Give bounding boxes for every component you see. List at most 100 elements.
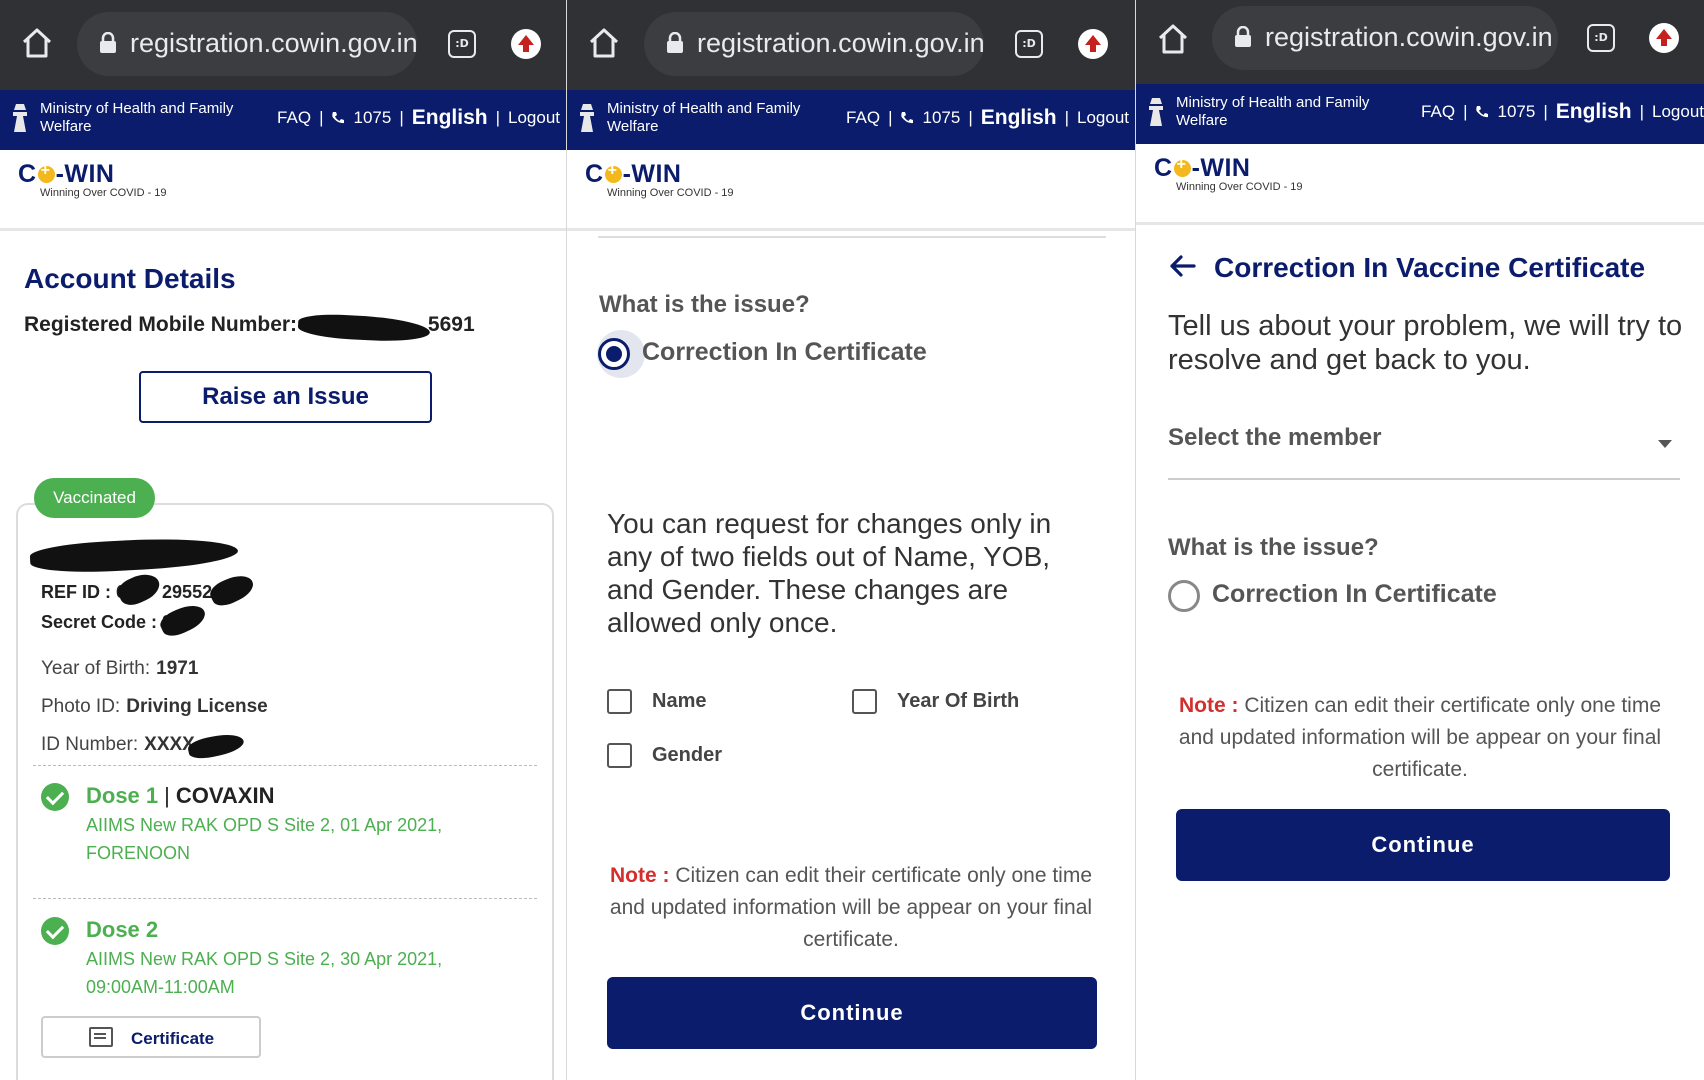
id-number-row: ID Number: XXXX <box>41 734 195 756</box>
home-icon[interactable] <box>587 26 621 60</box>
raise-issue-button[interactable]: Raise an Issue <box>139 371 432 423</box>
gender-checkbox-label[interactable]: Gender <box>652 744 722 767</box>
logo-dot-icon <box>604 162 622 183</box>
home-icon[interactable] <box>1156 22 1190 56</box>
top-nav: FAQ | 1075 | English | Logout <box>1421 100 1704 124</box>
phone-icon <box>332 112 345 124</box>
note-text: Note : Citizen can edit their certificat… <box>1176 690 1664 786</box>
page-title: Correction In Vaccine Certificate <box>1214 252 1646 283</box>
year-of-birth-checkbox-label[interactable]: Year Of Birth <box>897 690 1019 713</box>
year-of-birth-checkbox[interactable] <box>852 689 877 714</box>
lock-icon <box>667 32 683 53</box>
member-select[interactable]: Select the member <box>1168 420 1680 480</box>
correction-option-label[interactable]: Correction In Certificate <box>1212 580 1497 609</box>
back-arrow-icon[interactable] <box>1168 254 1196 278</box>
check-icon <box>41 783 69 811</box>
logo-text-start: C <box>585 160 604 188</box>
gender-checkbox[interactable] <box>607 743 632 768</box>
issue-question: What is the issue? <box>1168 534 1379 561</box>
logout-link[interactable]: Logout <box>508 108 560 128</box>
language-selector[interactable]: English <box>1556 100 1632 124</box>
update-icon[interactable] <box>1649 23 1679 53</box>
correction-radio[interactable] <box>1168 580 1200 612</box>
address-bar[interactable]: registration.cowin.gov.in <box>77 12 418 76</box>
tab-switcher-icon[interactable]: :D <box>1587 24 1615 52</box>
dose-separator: | <box>164 783 170 808</box>
mobile-number-tail: 5691 <box>427 313 475 336</box>
helpline-number[interactable]: 1075 <box>922 108 960 128</box>
name-checkbox[interactable] <box>607 689 632 714</box>
helpline-number[interactable]: 1075 <box>353 108 391 128</box>
member-select-placeholder: Select the member <box>1168 424 1382 451</box>
continue-button[interactable]: Continue <box>607 977 1097 1049</box>
header-divider <box>567 228 1135 231</box>
emblem-icon <box>580 104 594 132</box>
cowin-logo[interactable]: C -WIN Winning Over COVID - 19 <box>585 160 734 199</box>
home-icon[interactable] <box>20 26 54 60</box>
nav-separator: | <box>1543 102 1548 121</box>
update-icon[interactable] <box>1078 29 1108 59</box>
logo-text-end: -WIN <box>55 160 115 188</box>
intro-text: Tell us about your problem, we will try … <box>1168 310 1683 376</box>
nav-separator: | <box>399 108 404 127</box>
url-text: registration.cowin.gov.in <box>1265 22 1553 52</box>
nav-separator: | <box>1639 102 1644 121</box>
id-number-label: ID Number: <box>41 734 139 755</box>
divider <box>33 765 537 766</box>
note-text: Note : Citizen can edit their certificat… <box>603 860 1099 956</box>
secret-code-label: Secret Code : <box>41 612 158 632</box>
address-bar[interactable]: registration.cowin.gov.in <box>644 12 985 76</box>
logo-tagline: Winning Over COVID - 19 <box>40 187 167 199</box>
faq-link[interactable]: FAQ <box>846 108 880 128</box>
correction-radio-selected[interactable] <box>598 338 630 370</box>
nav-separator: | <box>495 108 500 127</box>
dose-1-vaccine: COVAXIN <box>175 783 275 808</box>
issue-question: What is the issue? <box>599 291 810 318</box>
tab-switcher-icon[interactable]: :D <box>448 30 476 58</box>
continue-button[interactable]: Continue <box>1176 809 1670 881</box>
ref-id-label: REF ID : <box>41 582 111 602</box>
tab-switcher-icon[interactable]: :D <box>1015 30 1043 58</box>
correction-option-label[interactable]: Correction In Certificate <box>642 338 927 367</box>
year-of-birth-row: Year of Birth: 1971 <box>41 658 198 680</box>
address-bar[interactable]: registration.cowin.gov.in <box>1212 6 1558 70</box>
ministry-header: Ministry of Health and Family Welfare FA… <box>1136 84 1704 144</box>
photo-id-label: Photo ID: <box>41 696 121 717</box>
note-body: Citizen can edit their certificate only … <box>1178 694 1662 781</box>
cowin-logo[interactable]: C -WIN Winning Over COVID - 19 <box>18 160 167 199</box>
top-nav: FAQ | 1075 | English | Logout <box>277 106 560 130</box>
lock-icon <box>100 32 116 53</box>
nav-separator: | <box>1064 108 1069 127</box>
phone-icon <box>1476 106 1489 118</box>
year-of-birth-value: 1971 <box>156 658 199 679</box>
status-badge: Vaccinated <box>34 478 155 518</box>
browser-toolbar: registration.cowin.gov.in :D <box>567 0 1135 90</box>
screen-correction-fields: registration.cowin.gov.in :D Ministry of… <box>567 0 1135 1080</box>
dose-1-site: AIIMS New RAK OPD S Site 2, 01 Apr 2021,… <box>86 815 443 863</box>
faq-link[interactable]: FAQ <box>277 108 311 128</box>
faq-link[interactable]: FAQ <box>1421 102 1455 122</box>
emblem-icon <box>1149 98 1163 126</box>
nav-separator: | <box>968 108 973 127</box>
url-text: registration.cowin.gov.in <box>130 28 418 58</box>
nav-separator: | <box>319 108 324 127</box>
browser-toolbar: registration.cowin.gov.in :D <box>0 0 566 90</box>
language-selector[interactable]: English <box>981 106 1057 130</box>
logout-link[interactable]: Logout <box>1652 102 1704 122</box>
phone-icon <box>901 112 914 124</box>
secret-code-line: Secret Code : 3 <box>41 612 172 633</box>
update-icon[interactable] <box>511 29 541 59</box>
photo-id-value: Driving License <box>126 696 268 717</box>
top-nav: FAQ | 1075 | English | Logout <box>846 106 1129 130</box>
name-checkbox-label[interactable]: Name <box>652 690 706 713</box>
logout-link[interactable]: Logout <box>1077 108 1129 128</box>
language-selector[interactable]: English <box>412 106 488 130</box>
lock-icon <box>1235 26 1251 47</box>
logo-text-start: C <box>1154 154 1173 182</box>
certificate-button[interactable]: Certificate <box>41 1016 261 1058</box>
ministry-name: Ministry of Health and Family Welfare <box>1176 94 1370 129</box>
cowin-logo[interactable]: C -WIN Winning Over COVID - 19 <box>1154 154 1303 193</box>
photo-id-row: Photo ID: Driving License <box>41 696 268 718</box>
certificate-icon <box>89 1027 113 1047</box>
helpline-number[interactable]: 1075 <box>1497 102 1535 122</box>
